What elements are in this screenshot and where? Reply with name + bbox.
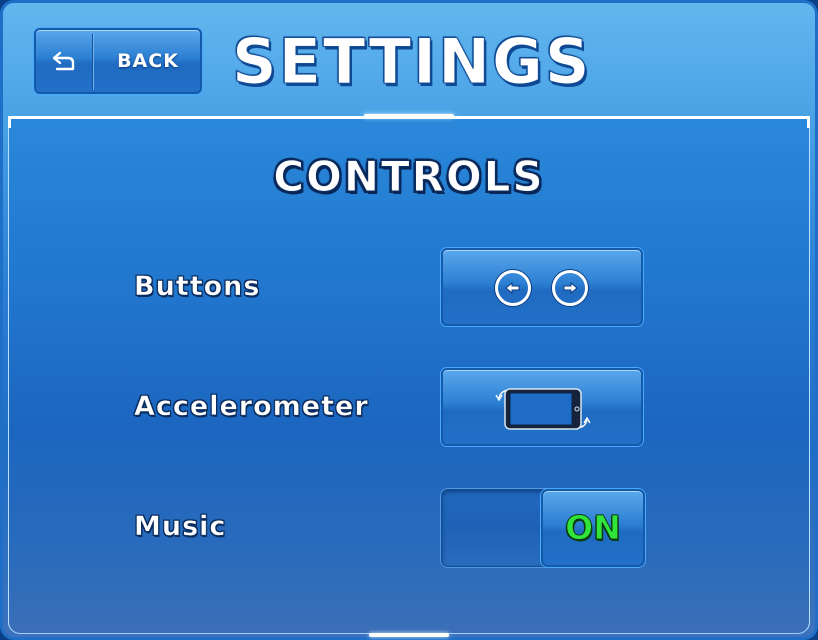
panel-bottom-highlight — [369, 633, 449, 637]
page-title: SETTINGS — [232, 25, 592, 99]
music-label: Music — [134, 511, 227, 543]
panel-top-highlight — [364, 114, 454, 118]
panel-corner-right — [807, 116, 810, 128]
panel-corner-left — [8, 116, 11, 128]
back-button-label: BACK — [117, 50, 179, 72]
accelerometer-label: Accelerometer — [134, 391, 369, 423]
tilt-phone-icon — [493, 384, 593, 438]
buttons-label: Buttons — [134, 271, 261, 303]
music-state-label: ON — [565, 508, 622, 548]
left-arrow-icon — [495, 270, 531, 306]
section-title: CONTROLS — [273, 152, 545, 202]
right-arrow-icon — [552, 270, 588, 306]
back-button[interactable]: BACK — [34, 28, 202, 94]
buttons-control-option[interactable] — [441, 248, 643, 326]
back-button-divider — [92, 34, 93, 90]
music-toggle-knob[interactable]: ON — [541, 489, 645, 567]
music-toggle[interactable]: ON — [441, 489, 645, 567]
return-arrow-icon — [51, 50, 77, 72]
accelerometer-control-option[interactable] — [441, 368, 643, 446]
